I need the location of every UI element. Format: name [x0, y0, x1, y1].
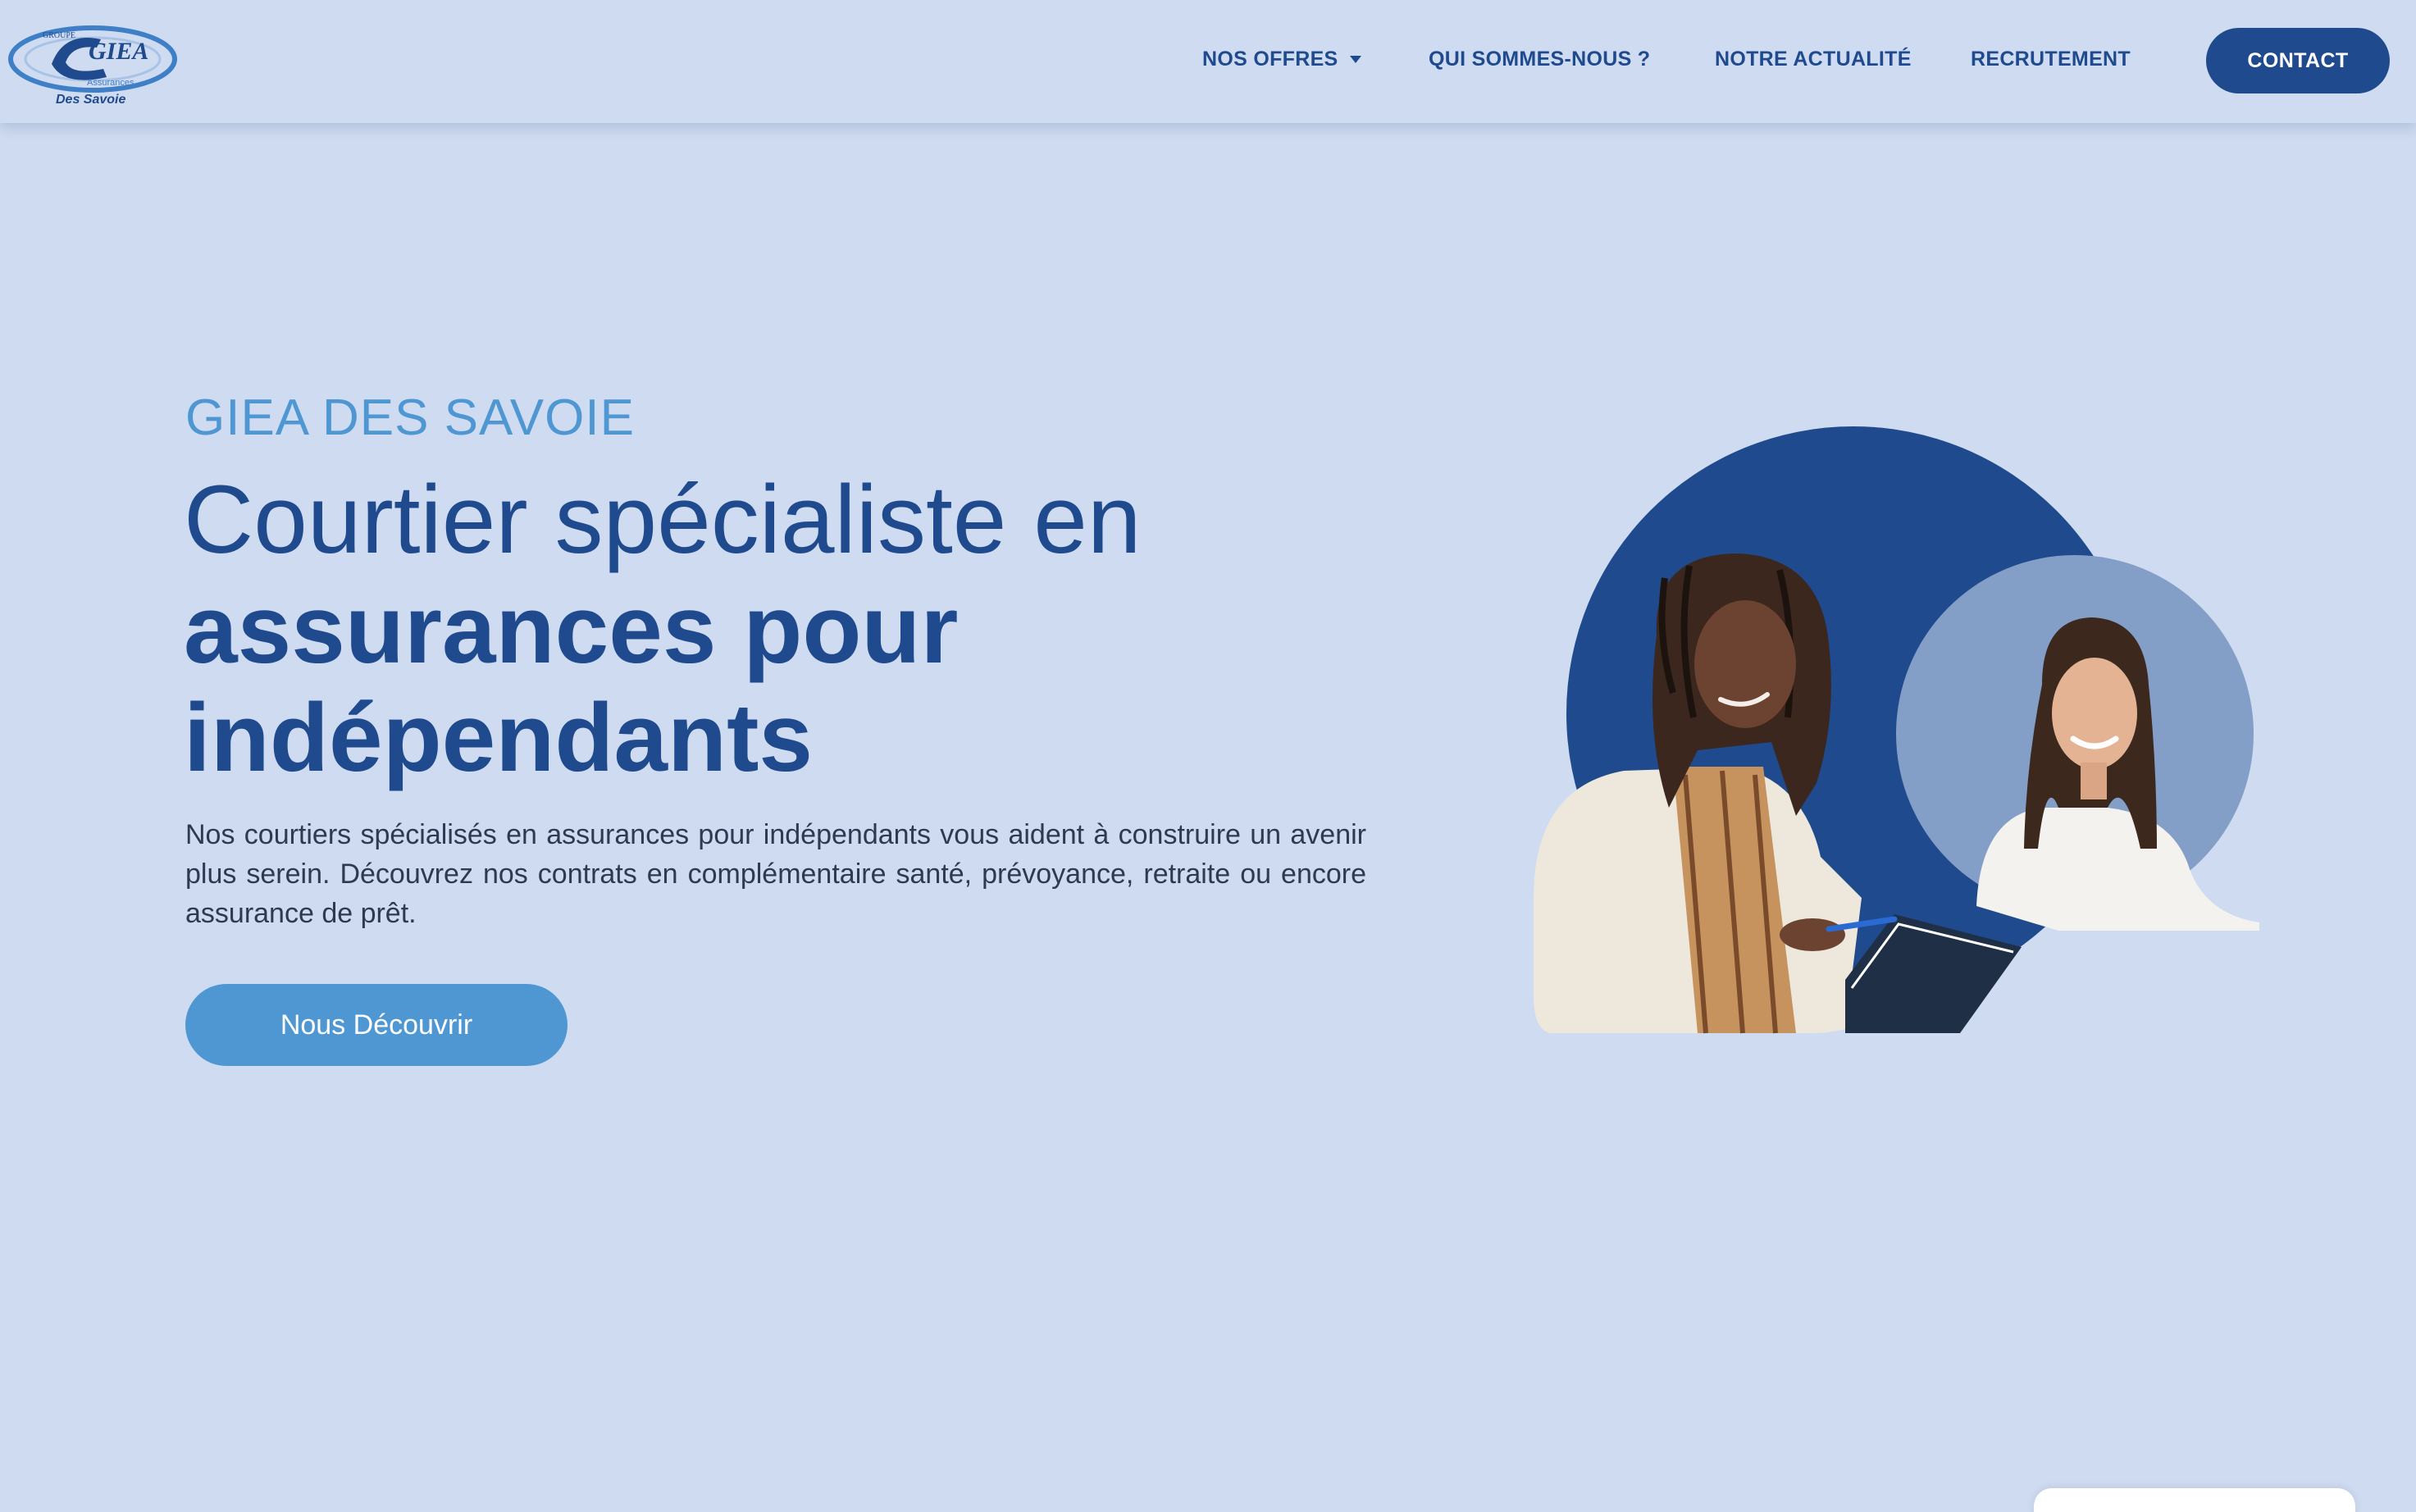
chevron-down-icon[interactable]	[1350, 56, 1361, 63]
site-header: GROUPE GIEA Assurances Des Savoie NOS OF…	[0, 0, 2416, 123]
nav-item-recrutement[interactable]: RECRUTEMENT	[1971, 48, 2131, 71]
logo-group-text: GROUPE	[43, 31, 75, 40]
hero-title-line1: Courtier spécialiste en	[184, 466, 1142, 574]
nav-item-notre-actualite[interactable]: NOTRE ACTUALITÉ	[1715, 48, 1912, 71]
chat-widget[interactable]	[2034, 1488, 2355, 1512]
logo-main-text: GIEA	[89, 38, 148, 65]
nav-item-nos-offres[interactable]: NOS OFFRES	[1202, 48, 1338, 71]
discover-button[interactable]: Nous Découvrir	[185, 984, 568, 1066]
hero-title-line3: indépendants	[184, 684, 814, 792]
hero-eyebrow: GIEA DES SAVOIE	[185, 389, 635, 446]
hero-description: Nos courtiers spécialisés en assurances …	[185, 819, 1366, 929]
giea-logo[interactable]: GROUPE GIEA Assurances Des Savoie	[7, 15, 179, 110]
hero-title-line2: assurances pour	[184, 576, 959, 684]
logo-assurances-text: Assurances	[87, 78, 134, 88]
nav-item-qui-sommes-nous[interactable]: QUI SOMMES-NOUS ?	[1429, 48, 1650, 71]
hero-illustration	[1534, 426, 2259, 1034]
contact-button[interactable]: CONTACT	[2206, 28, 2390, 93]
logo-subtitle-text: Des Savoie	[56, 93, 125, 107]
